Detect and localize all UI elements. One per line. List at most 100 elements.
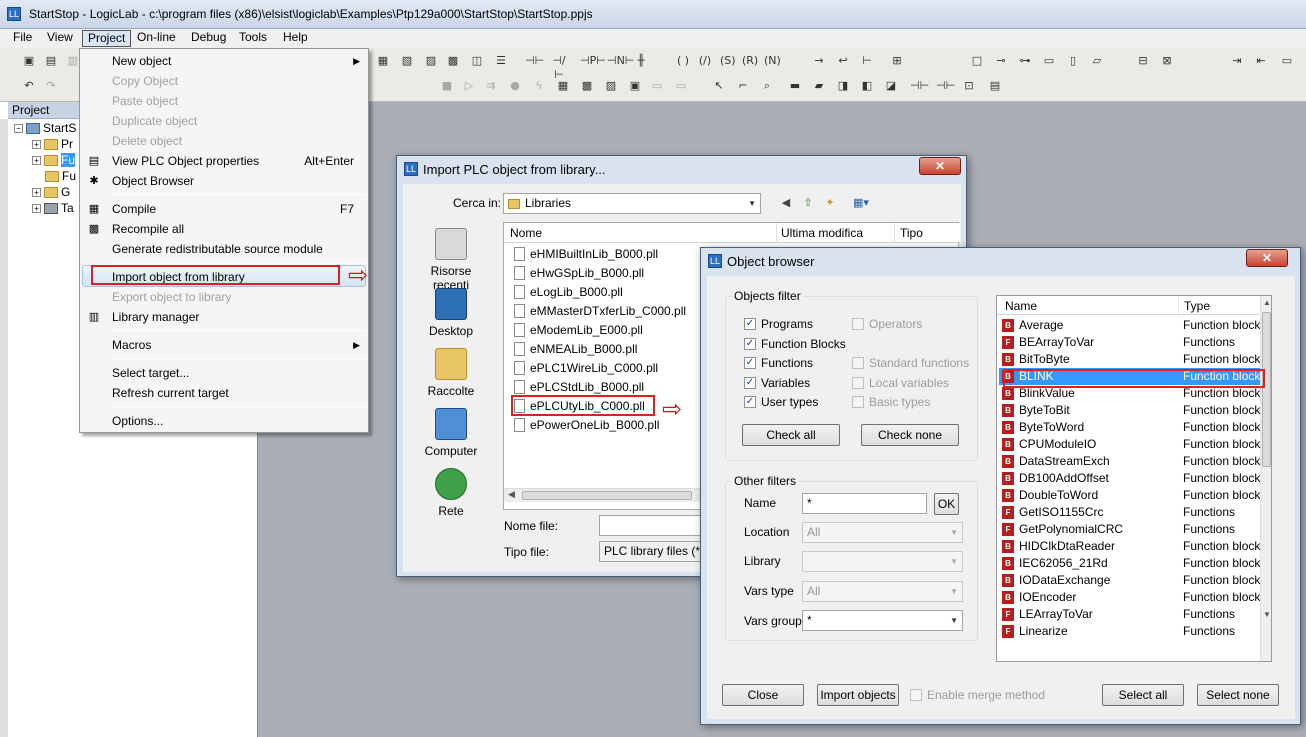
- menu-item-new-object[interactable]: New object ▶: [80, 51, 368, 71]
- menu-item-recompile-all[interactable]: ▩ Recompile all: [80, 219, 368, 239]
- place-recent[interactable]: Risorse recenti: [411, 228, 491, 292]
- list-icon[interactable]: ☰: [494, 54, 508, 68]
- file-item[interactable]: ePLC1WireLib_C000.pll: [512, 359, 658, 378]
- menu-item-duplicate-object[interactable]: Duplicate object: [80, 111, 368, 131]
- jump-icon[interactable]: →: [812, 54, 826, 68]
- checkbox-functions[interactable]: ✓ Functions: [744, 355, 813, 371]
- grid2-icon[interactable]: ▩: [580, 79, 594, 93]
- ladder2-icon[interactable]: ⊣⊢: [936, 79, 955, 93]
- panel2-icon[interactable]: ▭: [674, 79, 688, 93]
- grid4-icon[interactable]: ▣: [628, 79, 642, 93]
- column-modified[interactable]: Ultima modifica: [781, 226, 863, 240]
- column-type[interactable]: Type: [1184, 299, 1210, 313]
- save-icon[interactable]: ▤: [44, 54, 58, 68]
- back-icon[interactable]: ⇤: [1254, 54, 1268, 68]
- download-icon[interactable]: ▨: [424, 54, 438, 68]
- checkbox-merge-method[interactable]: Enable merge method: [910, 687, 1045, 703]
- object-row[interactable]: B Average Function blocks: [999, 317, 1266, 334]
- file-item[interactable]: eHMIBuiltInLib_B000.pll: [512, 245, 658, 264]
- object-row[interactable]: B IEC62056_21Rd Function blocks: [999, 555, 1266, 572]
- menu-item-delete-object[interactable]: Delete object: [80, 131, 368, 151]
- transition-icon[interactable]: ◪: [884, 79, 898, 93]
- place-desktop[interactable]: Desktop: [411, 288, 491, 338]
- column-type[interactable]: Tipo: [900, 226, 923, 240]
- object-row[interactable]: B CPUModuleIO Function blocks: [999, 436, 1266, 453]
- redo-icon[interactable]: ↷: [44, 79, 58, 93]
- en-eno-icon[interactable]: ⊡: [962, 79, 976, 93]
- select-icon[interactable]: ↖: [712, 79, 726, 93]
- close-button[interactable]: ✕: [1246, 249, 1288, 267]
- build-icon[interactable]: ▧: [400, 54, 414, 68]
- scroll-up-icon[interactable]: ▲: [1263, 298, 1271, 307]
- check-none-button[interactable]: Check none: [861, 424, 959, 446]
- look-in-combo[interactable]: Libraries ▼: [503, 193, 761, 214]
- watch-icon[interactable]: ◫: [470, 54, 484, 68]
- scrollbar-thumb[interactable]: [1262, 312, 1271, 467]
- place-computer[interactable]: Computer: [411, 408, 491, 458]
- trigger-icon[interactable]: ϟ: [532, 79, 546, 93]
- align-icon[interactable]: ⊟: [1136, 54, 1150, 68]
- expand-icon[interactable]: +: [32, 140, 41, 150]
- const-block-icon[interactable]: ▰: [812, 79, 826, 93]
- location-combo[interactable]: All ▼: [802, 522, 963, 543]
- object-row[interactable]: F LEArrayToVar Functions: [999, 606, 1261, 623]
- coil-reset-icon[interactable]: (R): [742, 54, 758, 68]
- menu-project[interactable]: Project: [82, 30, 132, 47]
- horizontal-scrollbar[interactable]: ◀: [504, 488, 704, 502]
- tree-item[interactable]: + G: [32, 184, 70, 200]
- menu-view[interactable]: View: [42, 30, 78, 47]
- object-row[interactable]: F GetISO1155Crc Functions: [999, 504, 1261, 521]
- new-folder-icon[interactable]: ✦: [823, 196, 837, 210]
- collapse-icon[interactable]: −: [14, 124, 23, 134]
- object-row[interactable]: B IODataExchange Function blocks: [999, 572, 1266, 589]
- checkbox-local-variables[interactable]: Local variables: [852, 375, 949, 391]
- expand-icon[interactable]: +: [32, 156, 41, 166]
- coil-icon[interactable]: ( ): [676, 54, 690, 68]
- file-item[interactable]: ePowerOneLib_B000.pll: [512, 416, 659, 435]
- menu-debug[interactable]: Debug: [186, 30, 231, 47]
- close-button[interactable]: ✕: [919, 157, 961, 175]
- file-item[interactable]: eMMasterDTxferLib_C000.pll: [512, 302, 686, 321]
- contact-no-icon[interactable]: ⊣⊢: [525, 54, 544, 68]
- file-item[interactable]: eLogLib_B000.pll: [512, 283, 623, 302]
- object-row[interactable]: F Linearize Functions: [999, 623, 1261, 640]
- vars-type-combo[interactable]: All ▼: [802, 581, 963, 602]
- object-row[interactable]: F GetPolynomialCRC Functions: [999, 521, 1261, 538]
- scrollbar-thumb[interactable]: [522, 491, 692, 500]
- up-folder-icon[interactable]: ⇧: [801, 196, 815, 210]
- object-row[interactable]: F BEArrayToVar Functions: [999, 334, 1261, 351]
- vertical-scrollbar[interactable]: ▲ ▼: [1260, 296, 1271, 661]
- file-item[interactable]: eNMEALib_B000.pll: [512, 340, 637, 359]
- print-icon[interactable]: ▥: [66, 54, 80, 68]
- menu-help[interactable]: Help: [278, 30, 313, 47]
- step-block-icon[interactable]: ◧: [860, 79, 874, 93]
- place-network[interactable]: Rete: [411, 468, 491, 518]
- menu-item-copy-object[interactable]: Copy Object: [80, 71, 368, 91]
- object-row[interactable]: B ByteToBit Function blocks: [999, 402, 1266, 419]
- network-icon[interactable]: ⊞: [890, 54, 904, 68]
- coil-neg-icon[interactable]: (/): [698, 54, 712, 68]
- tree-root[interactable]: − StartS: [14, 120, 76, 136]
- coil-n-icon[interactable]: (N): [764, 54, 781, 68]
- menu-item-object-browser[interactable]: ✱ Object Browser: [80, 171, 368, 191]
- menu-item-export-object[interactable]: Export object to library: [80, 287, 368, 307]
- menu-item-paste-object[interactable]: Paste object: [80, 91, 368, 111]
- menu-item-macros[interactable]: Macros ▶: [80, 335, 368, 355]
- wire-icon[interactable]: ⌐: [736, 79, 750, 93]
- tree-item[interactable]: + Ta: [32, 200, 74, 216]
- file-item[interactable]: eModemLib_E000.pll: [512, 321, 643, 340]
- scroll-down-icon[interactable]: ▼: [1263, 610, 1271, 619]
- ladder-icon[interactable]: ⊣⊢: [910, 79, 929, 93]
- checkbox-variables[interactable]: ✓ Variables: [744, 375, 810, 391]
- menu-item-library-manager[interactable]: ▥ Library manager: [80, 307, 368, 327]
- select-all-button[interactable]: Select all: [1102, 684, 1184, 706]
- const-icon[interactable]: ▯: [1066, 54, 1080, 68]
- file-item[interactable]: eHwGSpLib_B000.pll: [512, 264, 644, 283]
- sfc-icon[interactable]: ◨: [836, 79, 850, 93]
- tree-item[interactable]: + Fu: [32, 152, 76, 168]
- checkbox-standard-functions[interactable]: Standard functions: [852, 355, 969, 371]
- import-objects-button[interactable]: Import objects: [817, 684, 899, 706]
- checkbox-user-types[interactable]: ✓ User types: [744, 394, 818, 410]
- back-icon[interactable]: ◀: [779, 196, 793, 210]
- object-row[interactable]: B DataStreamExch Function blocks: [999, 453, 1266, 470]
